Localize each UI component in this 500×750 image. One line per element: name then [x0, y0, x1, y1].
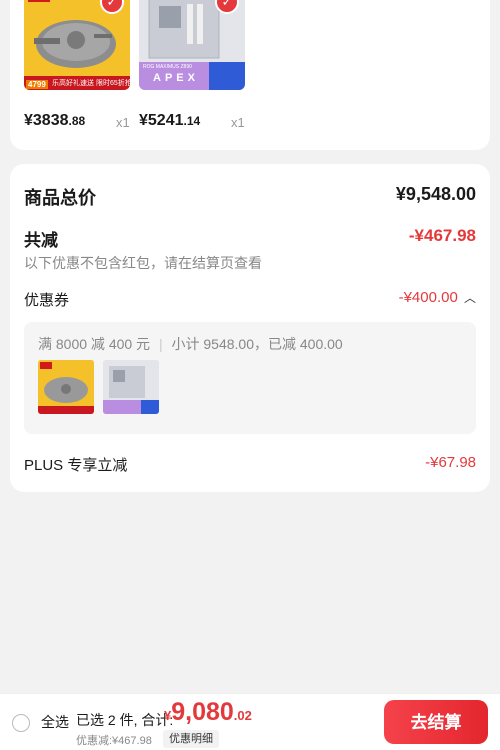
motherboard-box-text: APEX [153, 72, 199, 84]
plus-discount-label: PLUS 专享立减 [24, 457, 128, 474]
saved-amount-text: 优惠减:¥467.98 [76, 735, 152, 747]
coupon-product-thumb-lego [38, 360, 94, 414]
selected-count-label: 已选 2 件, 合计: [76, 712, 174, 728]
coupon-toggle[interactable]: -¥400.00 ︿ [399, 289, 476, 306]
checkout-button[interactable]: 去结算 [384, 700, 488, 744]
millennium-falcon-image [38, 360, 94, 414]
product-quantity: x1 [231, 115, 245, 130]
discount-detail-button[interactable]: 优惠明细 [163, 730, 219, 748]
price-summary-card: 商品总价 ¥9,548.00 共减 -¥467.98 以下优惠不包含红包，请在结… [10, 164, 490, 492]
coupon-product-thumb-motherboard [103, 360, 159, 414]
product-quantity: x1 [116, 115, 130, 130]
selected-products-card: LEGO 4799 乐高好礼速送 限时65折抢 ✓ ¥3838.88 x1 [10, 0, 490, 150]
product-price: ¥3838.88 [24, 112, 86, 129]
product-image-motherboard[interactable]: ROG MAXIMUS Z890 APEX ✓ [139, 0, 245, 90]
coupon-value: -¥400.00 [398, 289, 458, 306]
motherboard-box-subtext: ROG MAXIMUS Z890 [143, 64, 192, 70]
total-price-label: 商品总价 [24, 188, 96, 208]
product-price: ¥5241.14 [139, 112, 201, 129]
checkout-bar: 全选 已选 2 件, 合计: ¥9,080.02 优惠减:¥467.98 优惠明… [0, 693, 500, 750]
product-banner-tag: 4799 [26, 80, 48, 89]
motherboard-image [103, 360, 159, 414]
plus-discount-value: -¥67.98 [425, 454, 476, 471]
coupon-detail-box: 满 8000 减 400 元 | 小计 9548.00，已减 400.00 [24, 322, 476, 434]
discount-note: 以下优惠不包含红包，请在结算页查看 [24, 255, 262, 271]
select-all-checkbox[interactable] [12, 714, 30, 732]
coupon-detail-text: 满 8000 减 400 元 | 小计 9548.00，已减 400.00 [38, 336, 343, 352]
order-total: ¥9,080.02 [164, 698, 252, 726]
select-all-label[interactable]: 全选 [41, 712, 69, 732]
chevron-up-icon: ︿ [463, 291, 476, 305]
coupon-label: 优惠券 [24, 292, 70, 309]
product-banner-text: 乐高好礼速送 限时65折抢 [52, 80, 130, 87]
discount-label: 共减 [24, 231, 58, 250]
total-price-value: ¥9,548.00 [395, 184, 476, 204]
product-image-lego[interactable]: LEGO 4799 乐高好礼速送 限时65折抢 ✓ [24, 0, 130, 90]
svg-text:LEGO: LEGO [29, 0, 49, 1]
discount-value: -¥467.98 [408, 226, 476, 245]
